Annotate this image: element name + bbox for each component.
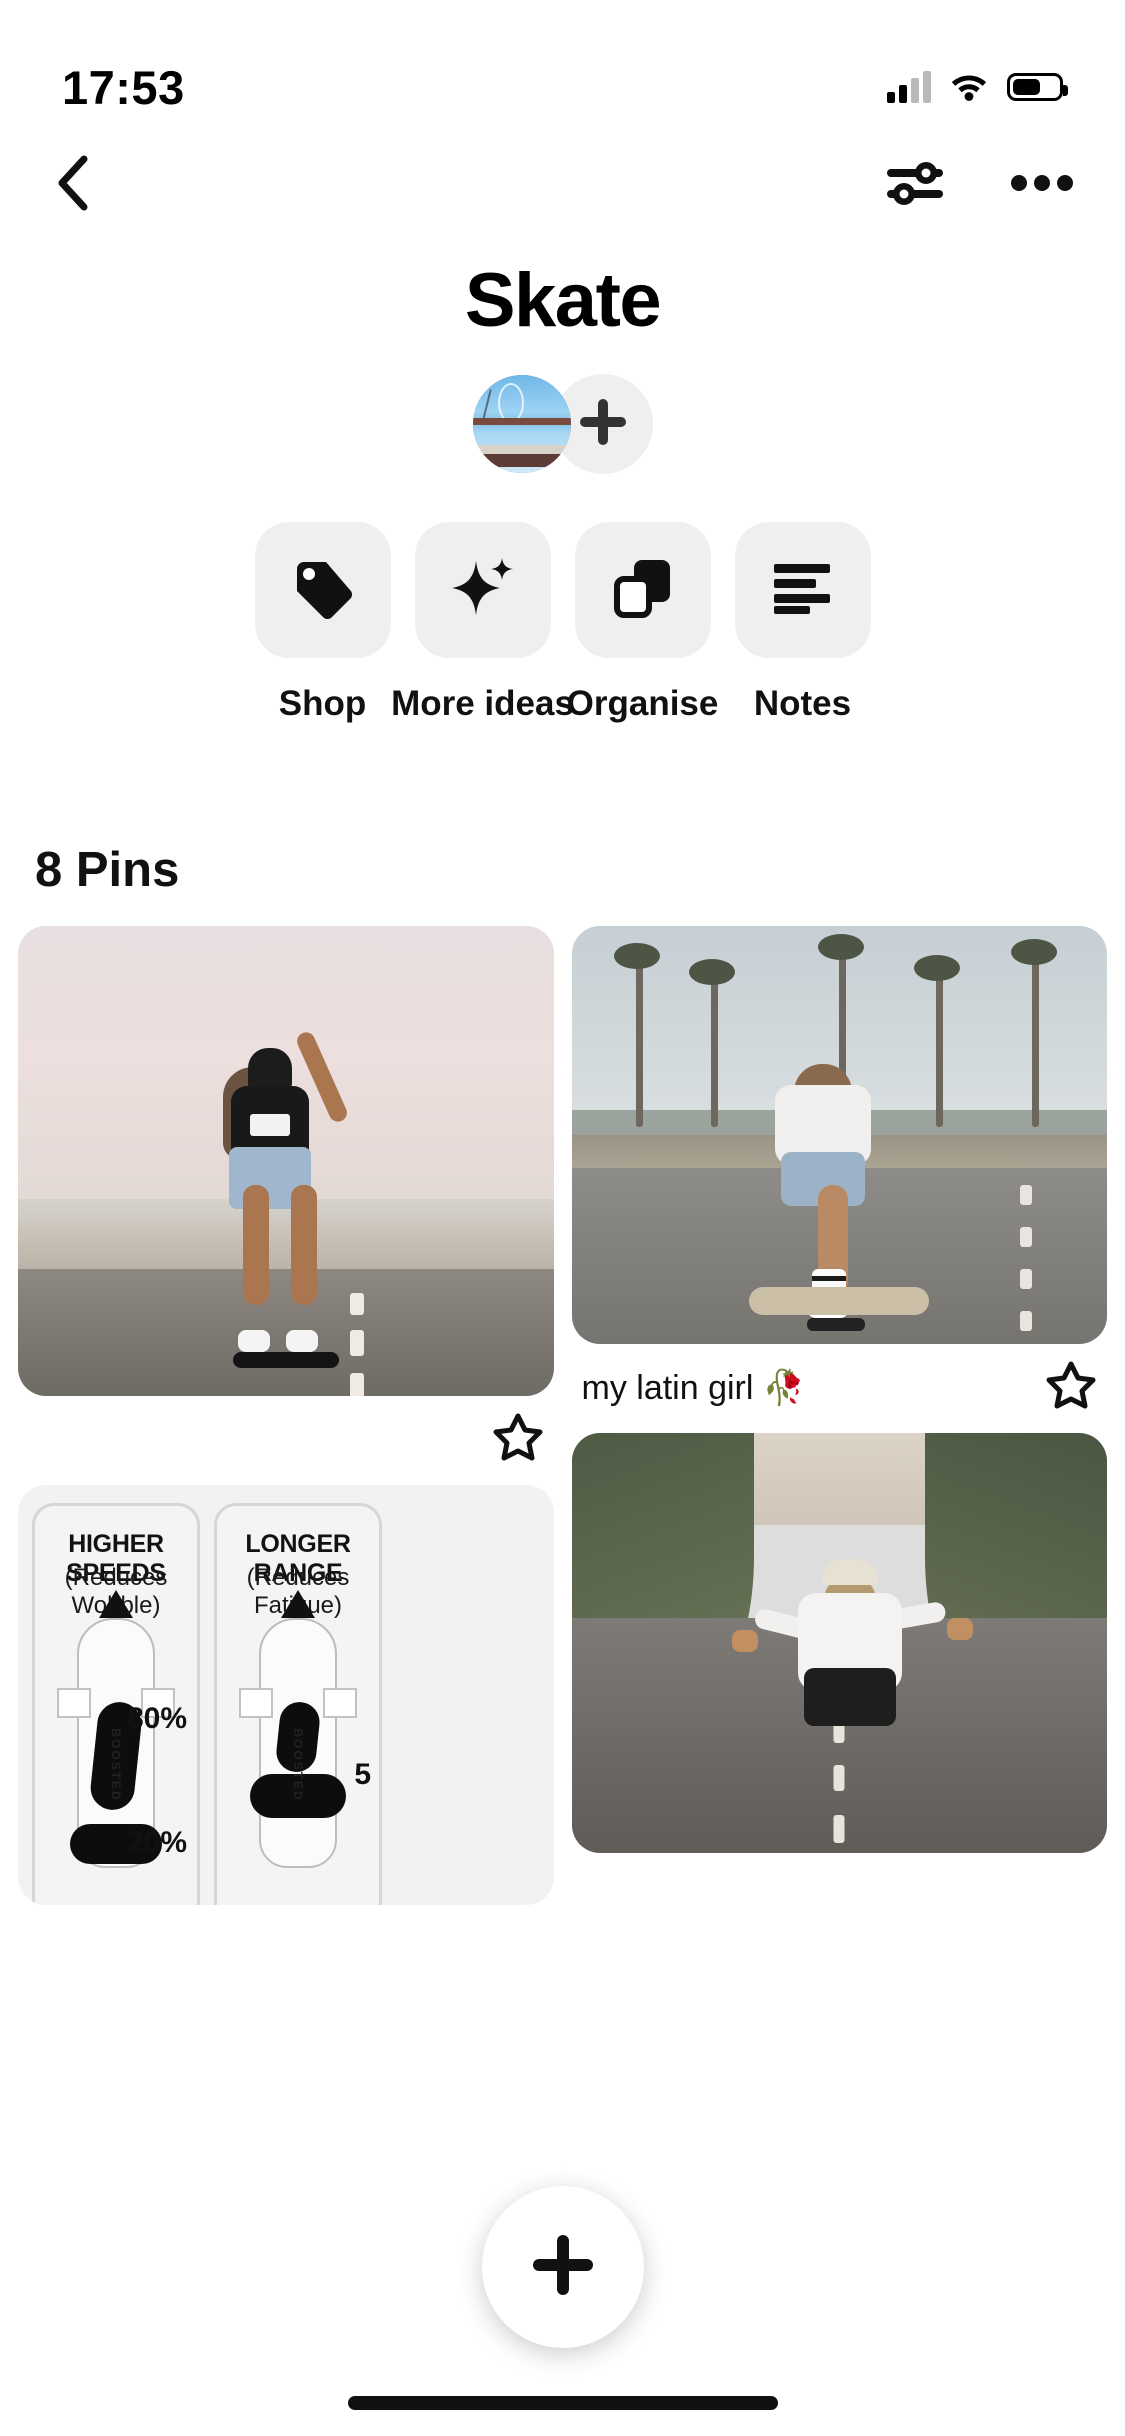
sparkle-icon [450, 555, 516, 626]
pin-footer-1 [18, 1396, 554, 1467]
action-shop-tile[interactable] [254, 522, 391, 658]
board-owner-avatar[interactable] [472, 375, 571, 473]
star-outline-icon[interactable] [492, 1412, 544, 1467]
action-notes-label: Notes [753, 684, 852, 723]
back-chevron-icon[interactable] [52, 155, 98, 211]
signal-bars-icon [887, 71, 931, 103]
star-outline-icon[interactable] [1045, 1360, 1097, 1415]
infographic-panel-2-brand: BOOSTED [291, 1728, 305, 1802]
pins-count-label: 8 Pins [35, 843, 180, 897]
battery-icon [1007, 73, 1068, 101]
pin-caption-2: my latin girl 🥀 [581, 1368, 806, 1407]
pin-card[interactable] [571, 1433, 1107, 1853]
pin-card[interactable] [18, 926, 554, 1467]
pins-grid: HIGHER SPEEDS (Reduces Wobble) BOOSTED 8… [0, 926, 1125, 1905]
status-bar: 17:53 [0, 0, 1125, 130]
pins-column-left: HIGHER SPEEDS (Reduces Wobble) BOOSTED 8… [18, 926, 554, 1905]
wifi-icon [948, 69, 990, 106]
action-notes-tile[interactable] [734, 522, 871, 658]
pin-image-1[interactable] [18, 926, 554, 1396]
action-shop[interactable]: Shop [254, 522, 391, 724]
infographic-panel-2: LONGER RANGE (Reduces Fatigue) 5 BOOSTED [214, 1503, 382, 1905]
action-shop-label: Shop [278, 684, 367, 723]
more-horizontal-icon[interactable] [1011, 173, 1073, 193]
nav-actions [885, 157, 1073, 209]
overlapping-squares-icon [612, 557, 674, 624]
action-organise-tile[interactable] [574, 522, 711, 658]
pin-image-3[interactable]: HIGHER SPEEDS (Reduces Wobble) BOOSTED 8… [18, 1485, 554, 1905]
action-more-ideas[interactable]: More ideas [391, 522, 574, 724]
plus-icon [527, 2229, 599, 2306]
board-title: Skate [464, 258, 662, 343]
plus-icon [575, 394, 631, 455]
sliders-filter-icon[interactable] [885, 157, 947, 209]
action-more-ideas-tile[interactable] [414, 522, 551, 658]
action-notes[interactable]: Notes [734, 522, 871, 724]
pins-column-right: my latin girl 🥀 [571, 926, 1108, 1905]
create-pin-fab[interactable] [481, 2186, 644, 2348]
pin-footer-2: my latin girl 🥀 [572, 1344, 1108, 1415]
action-more-ideas-label: More ideas [391, 684, 574, 723]
price-tag-icon [292, 557, 354, 624]
action-organise-label: Organise [566, 684, 719, 723]
infographic-panel-2-rear-pct: 5 [354, 1758, 371, 1791]
pin-card[interactable]: HIGHER SPEEDS (Reduces Wobble) BOOSTED 8… [18, 1485, 554, 1905]
action-organise[interactable]: Organise [567, 522, 718, 724]
pin-card[interactable]: my latin girl 🥀 [571, 926, 1108, 1415]
pin-image-4[interactable] [571, 1433, 1107, 1853]
status-time: 17:53 [62, 60, 185, 114]
infographic-panel-1-rear-pct: 20% [126, 1826, 187, 1859]
home-indicator [347, 2396, 778, 2410]
status-icons [887, 69, 1068, 106]
board-action-row: Shop More ideas Organise Notes [0, 522, 1125, 724]
infographic-panel-1-front-pct: 80% [126, 1702, 187, 1735]
pin-image-2[interactable] [571, 926, 1107, 1344]
navigation-bar [0, 130, 1125, 235]
infographic-panel-1-brand: BOOSTED [109, 1728, 123, 1802]
board-collaborators [0, 374, 1125, 474]
text-lines-icon [772, 562, 834, 619]
infographic-panel-1: HIGHER SPEEDS (Reduces Wobble) BOOSTED 8… [32, 1503, 200, 1905]
